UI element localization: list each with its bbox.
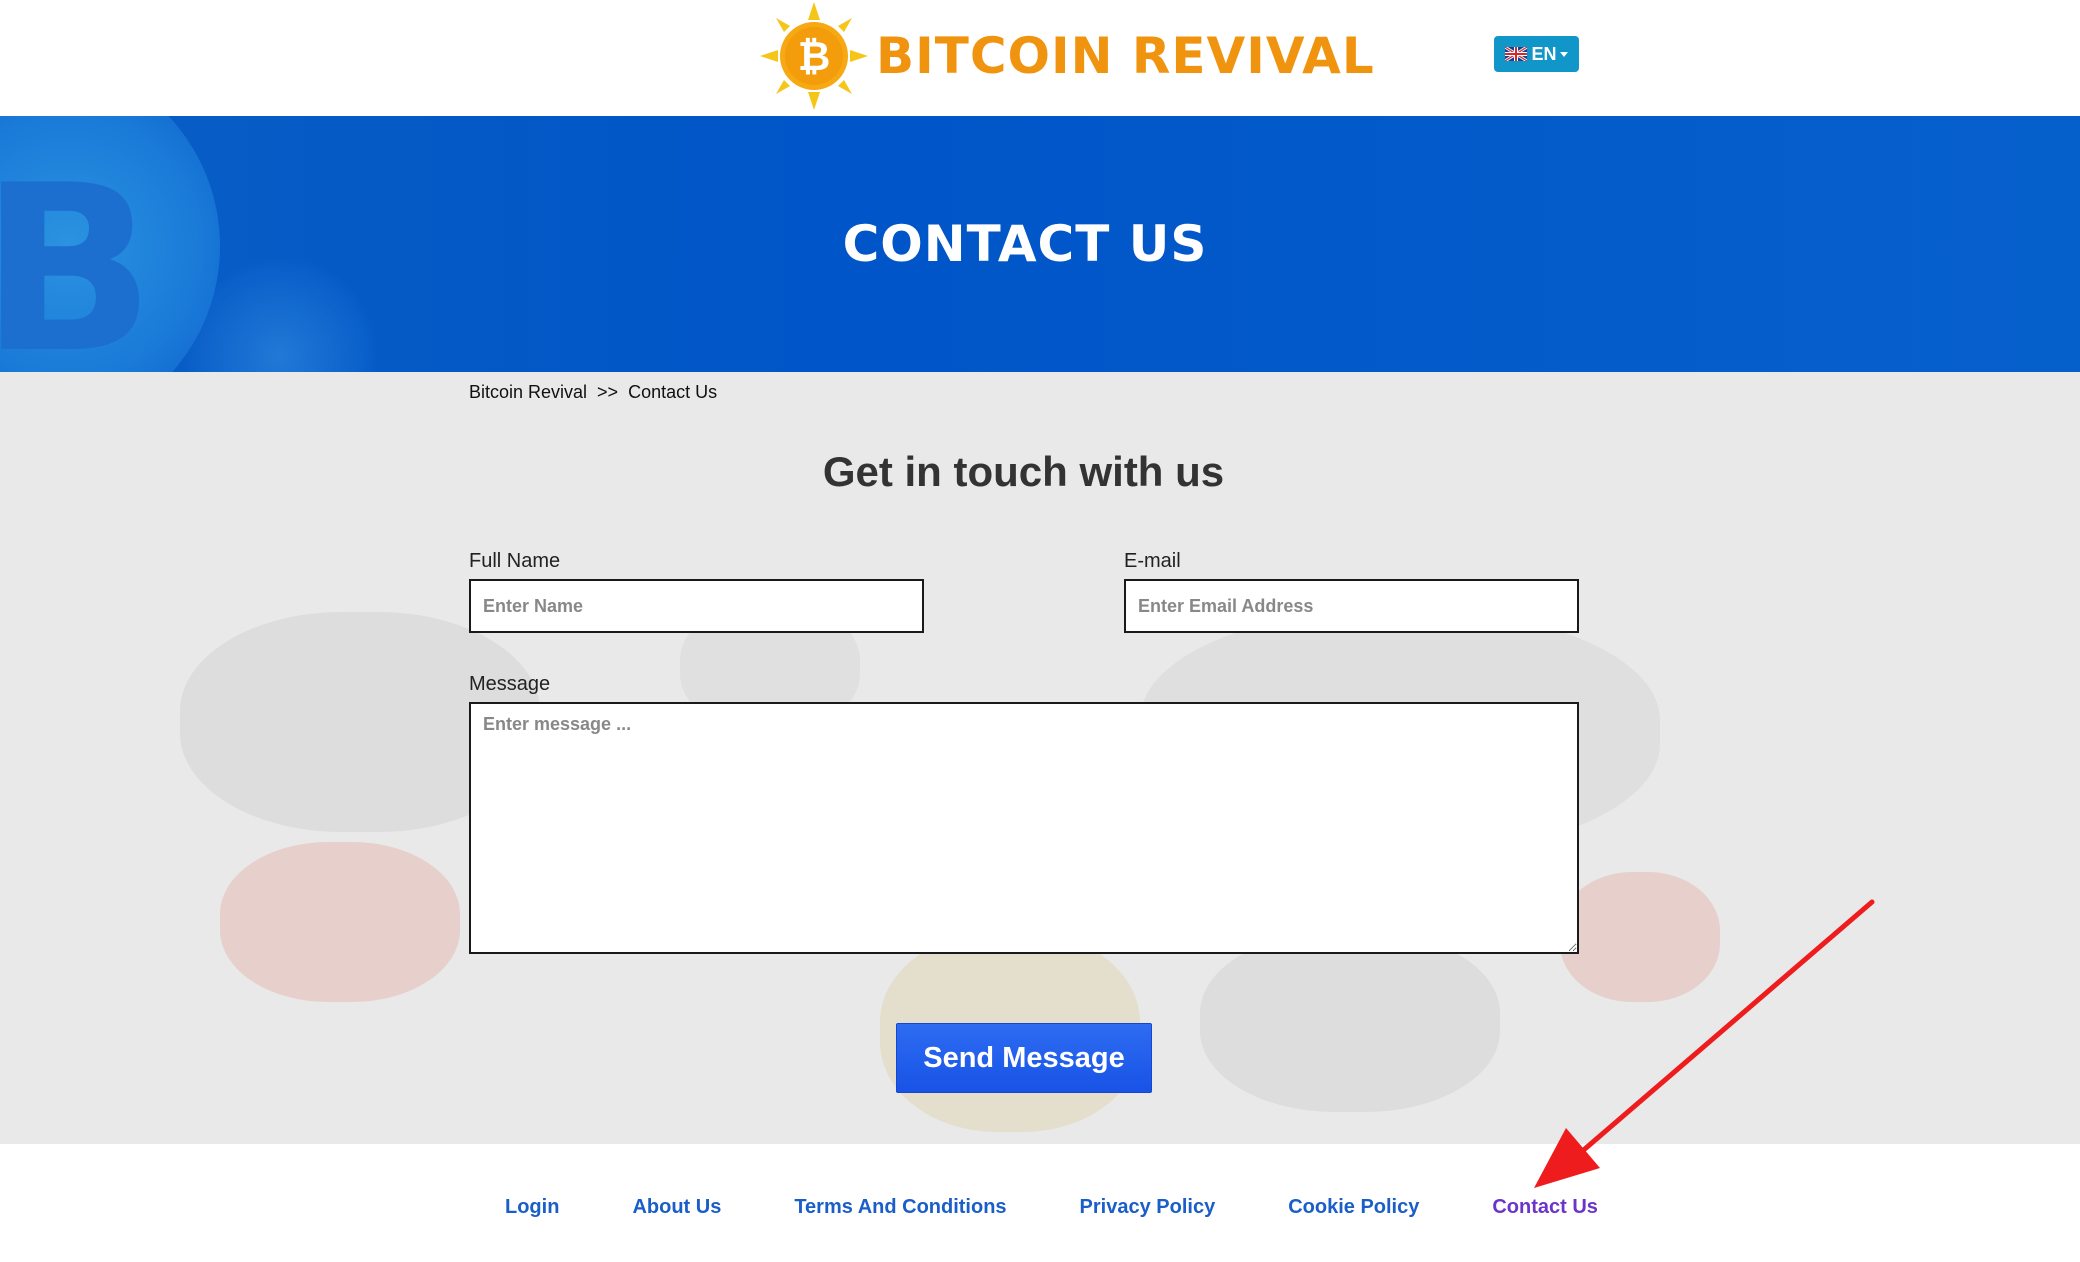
contact-section: Bitcoin Revival >> Contact Us Get in tou… [0,372,2080,1144]
email-label: E-mail [1124,550,1181,572]
full-name-label: Full Name [469,550,561,572]
footer-nav: Login About Us Terms And Conditions Priv… [505,1196,1598,1219]
breadcrumb-home-link[interactable]: Bitcoin Revival [469,382,587,403]
message-label: Message [469,673,551,695]
uk-flag-icon [1505,47,1528,61]
breadcrumb-separator: >> [597,382,619,402]
page-title: CONTACT US [842,215,1208,273]
svg-text:₿: ₿ [798,34,831,80]
send-message-button[interactable]: Send Message [896,1023,1152,1093]
footer-link-terms[interactable]: Terms And Conditions [794,1196,1006,1219]
site-footer: Login About Us Terms And Conditions Priv… [0,1144,2080,1262]
footer-link-about-us[interactable]: About Us [632,1196,721,1219]
brand-logo[interactable]: ₿ BITCOIN REVIVAL [758,0,1375,112]
footer-link-cookie[interactable]: Cookie Policy [1288,1196,1419,1219]
footer-link-privacy[interactable]: Privacy Policy [1080,1196,1216,1219]
language-label: EN [1531,43,1557,64]
bitcoin-sun-logo-icon: ₿ [760,2,868,110]
brand-name: BITCOIN REVIVAL [876,27,1375,85]
breadcrumb-current: Contact Us [628,382,718,402]
language-selector[interactable]: EN [1494,36,1579,72]
form-heading: Get in touch with us [822,448,1225,495]
full-name-input[interactable] [469,579,924,633]
hero-banner: B CONTACT US [0,116,2080,372]
email-input[interactable] [1124,579,1579,633]
site-header: ₿ BITCOIN REVIVAL EN [0,0,2080,116]
chevron-down-icon [1559,51,1568,57]
breadcrumb: Bitcoin Revival >> Contact Us [469,382,717,403]
message-textarea[interactable] [469,702,1579,954]
footer-link-contact-us[interactable]: Contact Us [1492,1196,1598,1219]
footer-link-login[interactable]: Login [505,1196,559,1219]
